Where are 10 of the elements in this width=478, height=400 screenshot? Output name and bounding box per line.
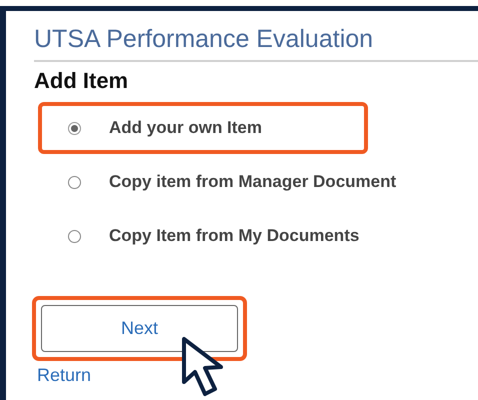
option-label[interactable]: Copy item from Manager Document bbox=[109, 172, 396, 192]
section-heading: Add Item bbox=[34, 68, 130, 94]
radio-button[interactable] bbox=[68, 122, 81, 134]
page-title: UTSA Performance Evaluation bbox=[34, 25, 478, 62]
option-label[interactable]: Copy Item from My Documents bbox=[109, 226, 360, 246]
return-link[interactable]: Return bbox=[37, 365, 478, 386]
next-button[interactable]: Next bbox=[41, 305, 238, 352]
option-label[interactable]: Add your own Item bbox=[109, 118, 262, 138]
radio-button[interactable] bbox=[68, 230, 81, 242]
radio-button[interactable] bbox=[68, 176, 81, 188]
